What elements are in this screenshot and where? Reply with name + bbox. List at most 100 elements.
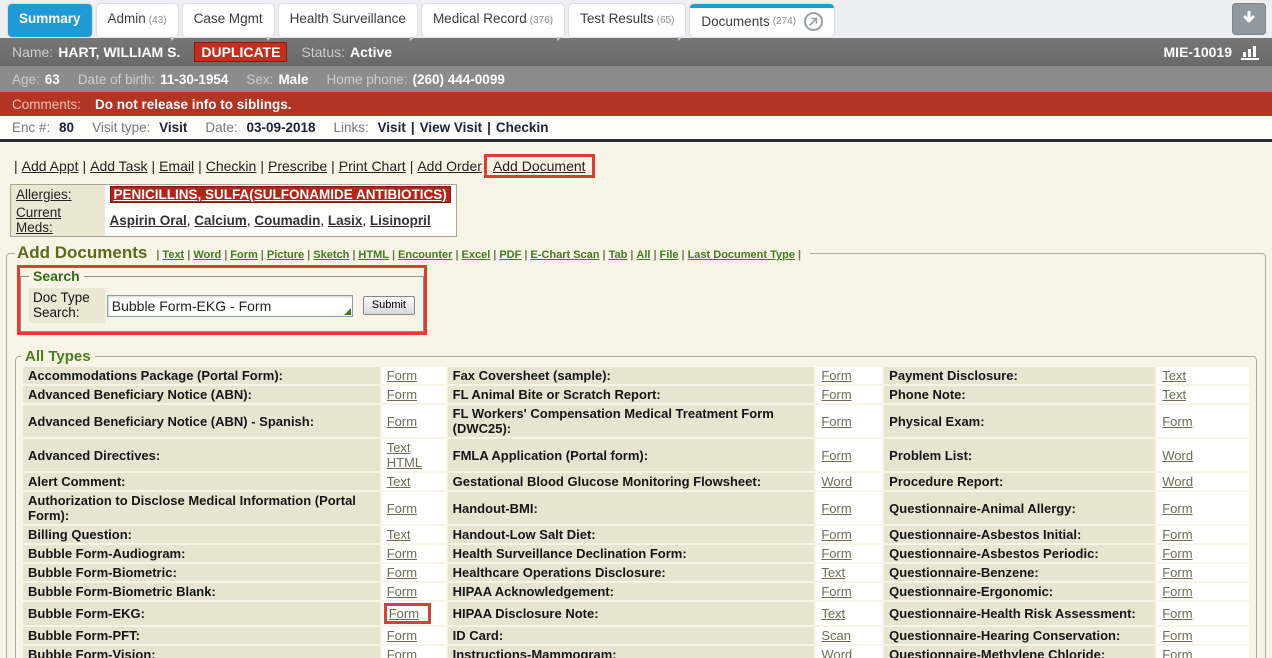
doc-type-link-form[interactable]: Form	[821, 387, 877, 402]
med-link-lisinopril[interactable]: Lisinopril	[370, 213, 431, 228]
separator: |	[261, 249, 264, 261]
doc-type-link-text[interactable]: Text	[387, 474, 441, 489]
doc-type-link-form[interactable]: Form	[1162, 527, 1244, 542]
doc-type-link-text[interactable]: Text	[1162, 368, 1244, 383]
doc-type-link-form[interactable]: Form	[821, 546, 877, 561]
doc-type-link-form[interactable]: Form	[1162, 501, 1244, 516]
doc-type-link-cell: Word	[1157, 439, 1249, 471]
doc-type-link-word[interactable]: Word	[1162, 448, 1244, 463]
doc-link-sketch[interactable]: Sketch	[313, 249, 349, 261]
med-link-aspirin-oral[interactable]: Aspirin Oral	[110, 213, 187, 228]
doc-type-link-form[interactable]: Form	[1162, 647, 1244, 658]
doc-link-tab[interactable]: Tab	[609, 249, 628, 261]
chart-graph-icon[interactable]	[1240, 44, 1260, 61]
doc-type-link-cell: Form	[382, 583, 446, 600]
tab-documents[interactable]: Documents(274)	[690, 4, 834, 37]
doc-link-e-chart-scan[interactable]: E-Chart Scan	[530, 249, 599, 261]
doc-link-form[interactable]: Form	[230, 249, 258, 261]
doc-type-link-html[interactable]: HTML	[387, 455, 441, 470]
download-button[interactable]	[1232, 3, 1266, 35]
doc-type-link-form[interactable]: Form	[821, 368, 877, 383]
doc-link-pdf[interactable]: PDF	[499, 249, 521, 261]
doc-link-file[interactable]: File	[660, 249, 679, 261]
doc-type-link-form[interactable]: Form	[387, 501, 441, 516]
doc-type-search-label: Doc Type Search:	[29, 288, 105, 323]
doc-type-link-word[interactable]: Word	[821, 647, 877, 658]
doc-type-link-text[interactable]: Text	[387, 440, 441, 455]
doc-type-label: HIPAA Acknowledgement:	[448, 583, 815, 600]
doc-type-link-form[interactable]: Form	[387, 546, 441, 561]
doc-type-link-form[interactable]: Form	[1162, 565, 1244, 580]
doc-type-link-form[interactable]: Form	[821, 527, 877, 542]
doc-type-link-text[interactable]: Text	[821, 606, 877, 621]
doc-link-last-document-type[interactable]: Last Document Type	[688, 249, 795, 261]
doc-link-text[interactable]: Text	[162, 249, 184, 261]
doc-type-link-form[interactable]: Form	[821, 584, 877, 599]
doc-link-html[interactable]: HTML	[358, 249, 389, 261]
doc-type-link-cell: Form	[1157, 492, 1249, 524]
doc-type-link-form[interactable]: Form	[1162, 628, 1244, 643]
doc-type-link-form[interactable]: Form	[387, 368, 441, 383]
doc-type-link-form[interactable]: Form	[387, 565, 441, 580]
quick-link-email[interactable]: Email	[159, 158, 194, 174]
doc-type-link-form[interactable]: Form	[387, 387, 441, 402]
med-link-coumadin[interactable]: Coumadin	[254, 213, 320, 228]
tab-label: Test Results	[580, 11, 654, 26]
tab-medical-record[interactable]: Medical Record(376)	[422, 4, 564, 37]
doc-type-link-word[interactable]: Word	[1162, 474, 1244, 489]
allergy-value-link[interactable]: PENICILLINS, SULFA(SULFONAMIDE ANTIBIOTI…	[110, 186, 451, 203]
tab-case-mgmt[interactable]: Case Mgmt	[183, 4, 274, 37]
add-documents-links: |Text|Word|Form|Picture|Sketch|HTML|Enco…	[153, 249, 804, 261]
doc-link-excel[interactable]: Excel	[462, 249, 491, 261]
doc-type-link-cell: Form	[816, 386, 882, 403]
doc-type-link-form[interactable]: Form	[389, 606, 419, 621]
doc-type-link-form[interactable]: Form	[1162, 546, 1244, 561]
med-link-calcium[interactable]: Calcium	[194, 213, 247, 228]
quick-link-add-document[interactable]: Add Document	[493, 158, 586, 174]
doc-link-all[interactable]: All	[636, 249, 650, 261]
doc-type-link-form[interactable]: Form	[1162, 584, 1244, 599]
tab-count: (43)	[149, 15, 167, 26]
doc-type-link-form[interactable]: Form	[821, 414, 877, 429]
doc-type-link-form[interactable]: Form	[387, 584, 441, 599]
doc-link-encounter[interactable]: Encounter	[398, 249, 452, 261]
doc-type-link-text[interactable]: Text	[821, 565, 877, 580]
doc-type-link-word[interactable]: Word	[821, 474, 877, 489]
submit-button[interactable]: Submit	[363, 296, 415, 315]
encounter-link-checkin[interactable]: Checkin	[496, 120, 549, 135]
doc-type-link-text[interactable]: Text	[1162, 387, 1244, 402]
tab-count: (274)	[773, 16, 796, 27]
doc-type-link-form[interactable]: Form	[387, 414, 441, 429]
tab-test-results[interactable]: Test Results(65)	[569, 4, 685, 37]
doc-type-link-form[interactable]: Form	[821, 501, 877, 516]
doc-type-search-input[interactable]	[107, 295, 353, 317]
doc-link-word[interactable]: Word	[193, 249, 221, 261]
doc-link-picture[interactable]: Picture	[267, 249, 304, 261]
open-in-new-window-icon[interactable]	[804, 12, 823, 31]
doc-type-link-form[interactable]: Form	[1162, 606, 1244, 621]
encounter-link-view-visit[interactable]: View Visit	[420, 120, 483, 135]
tab-health-surveillance[interactable]: Health Surveillance	[279, 4, 417, 37]
doc-type-link-form[interactable]: Form	[821, 448, 877, 463]
doc-type-row: Bubble Form-Audiogram:FormHealth Surveil…	[23, 545, 1249, 562]
quick-link-prescribe[interactable]: Prescribe	[268, 158, 327, 174]
encounter-link-visit[interactable]: Visit	[378, 120, 406, 135]
med-link-lasix[interactable]: Lasix	[328, 213, 363, 228]
doc-type-link-form[interactable]: Form	[387, 628, 441, 643]
doc-type-link-scan[interactable]: Scan	[821, 628, 877, 643]
allergies-label-link[interactable]: Allergies:	[16, 187, 72, 202]
doc-type-link-form[interactable]: Form	[387, 647, 441, 658]
quick-link-add-task[interactable]: Add Task	[90, 158, 147, 174]
doc-type-link-text[interactable]: Text	[387, 527, 441, 542]
doc-type-link-cell: Form	[382, 627, 446, 644]
comments-value: Do not release info to siblings.	[95, 97, 292, 112]
current-meds-label-link[interactable]: Current Meds:	[16, 205, 61, 235]
quick-link-checkin[interactable]: Checkin	[206, 158, 257, 174]
doc-type-link-form[interactable]: Form	[1162, 414, 1244, 429]
tab-summary[interactable]: Summary	[8, 4, 92, 37]
quick-link-add-appt[interactable]: Add Appt	[22, 158, 79, 174]
quick-link-add-order[interactable]: Add Order	[417, 158, 482, 174]
doc-type-label: Questionnaire-Hearing Conservation:	[884, 627, 1155, 644]
tab-admin[interactable]: Admin(43)	[97, 4, 178, 37]
quick-link-print-chart[interactable]: Print Chart	[339, 158, 406, 174]
